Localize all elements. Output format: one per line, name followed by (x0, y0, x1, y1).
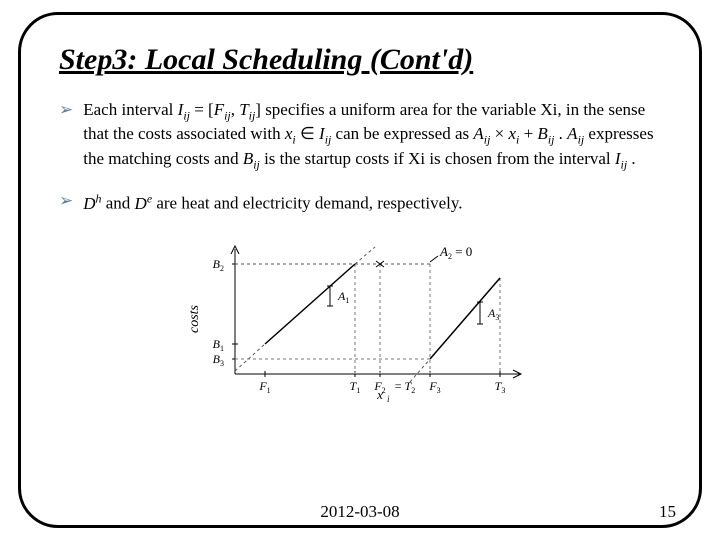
footer-page-number: 15 (659, 502, 676, 522)
bullet-2: ➢ Dh and De are heat and electricity dem… (59, 190, 661, 216)
b1-end: . (631, 149, 635, 168)
svg-text:B1: B1 (213, 337, 224, 353)
b1-interval-def: Iij = [Fij, Tij] (178, 100, 261, 119)
slide: Step3: Local Scheduling (Cont'd) ➢ Each … (0, 0, 720, 540)
bullet-1: ➢ Each interval Iij = [Fij, Tij] specifi… (59, 99, 661, 172)
b2-dh: Dh (83, 194, 101, 213)
svg-text:costs: costs (187, 304, 202, 333)
svg-text:T3: T3 (495, 379, 506, 395)
slide-title: Step3: Local Scheduling (Cont'd) (59, 43, 661, 77)
svg-text:A3: A3 (487, 306, 499, 322)
bullet-arrow-icon: ➢ (59, 190, 73, 213)
footer-date: 2012-03-08 (0, 502, 720, 522)
svg-text:F1: F1 (258, 379, 270, 395)
b1-mid2: can be expressed as (336, 124, 474, 143)
svg-text:F2: F2 (373, 379, 385, 395)
bullet-2-text: Dh and De are heat and electricity deman… (83, 190, 661, 216)
bullet-1-text: Each interval Iij = [Fij, Tij] specifies… (83, 99, 661, 172)
svg-text:T1: T1 (350, 379, 361, 395)
b1-cost-expr: Aij × xi + Bij (473, 124, 554, 143)
slide-frame: Step3: Local Scheduling (Cont'd) ➢ Each … (18, 12, 702, 528)
b1-xi-in: xi ∈ Iij (285, 124, 331, 143)
b1-aij: Aij (567, 124, 584, 143)
b1-pre: Each interval (83, 100, 177, 119)
b2-end: are heat and electricity demand, respect… (156, 194, 462, 213)
svg-text:= T2: = T2 (395, 379, 415, 395)
b2-de: De (135, 194, 153, 213)
b1-mid3: . (559, 124, 568, 143)
b1-iij: Iij (615, 149, 627, 168)
svg-text:F3: F3 (428, 379, 440, 395)
chart-figure: costs x i B2 B1 B3 F1 T1 F2 (59, 234, 661, 404)
svg-text:i: i (387, 394, 390, 404)
svg-text:A2 = 0: A2 = 0 (439, 244, 472, 261)
cost-chart-svg: costs x i B2 B1 B3 F1 T1 F2 (180, 234, 540, 404)
b1-mid5: is the startup costs if Xi is chosen fro… (264, 149, 615, 168)
svg-text:B3: B3 (213, 352, 224, 368)
b1-bij: Bij (243, 149, 260, 168)
bullet-arrow-icon: ➢ (59, 99, 73, 122)
svg-text:A1: A1 (337, 289, 349, 305)
b2-mid: and (106, 194, 135, 213)
svg-text:B2: B2 (213, 257, 224, 273)
